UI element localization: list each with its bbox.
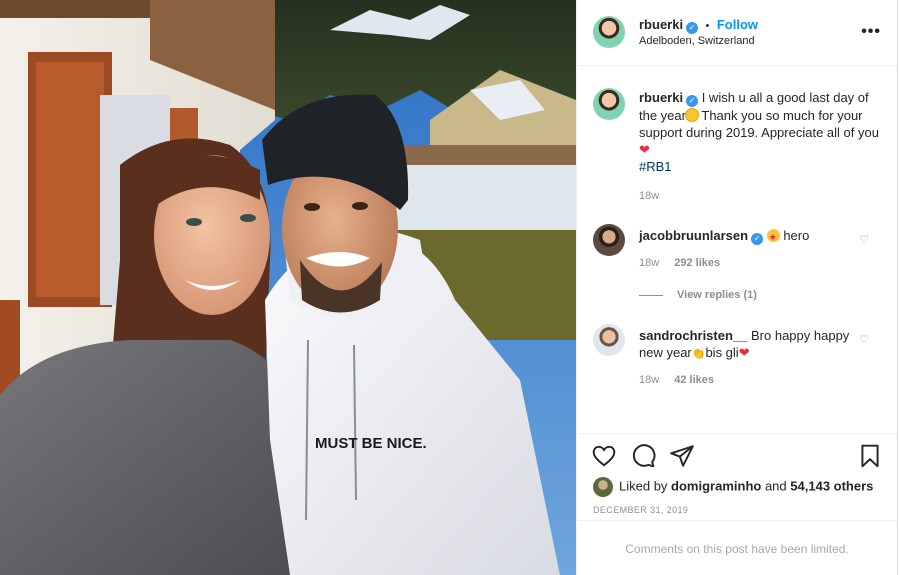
selfie-illustration: MUST BE NICE. bbox=[0, 0, 576, 575]
post-photo[interactable]: MUST BE NICE. bbox=[0, 0, 576, 575]
view-replies-label[interactable]: View replies (1) bbox=[677, 289, 757, 301]
caption-avatar[interactable] bbox=[593, 88, 625, 120]
red-heart-emoji-icon: ❤ bbox=[738, 345, 750, 360]
comment-1: jacobbruunlarsen✓ hero bbox=[639, 227, 810, 246]
red-heart-emoji-icon: ❤ bbox=[639, 142, 650, 157]
likes-summary: Liked by domigraminho and 54,143 others bbox=[593, 477, 873, 497]
comment-username[interactable]: sandrochristen__ bbox=[639, 328, 747, 343]
hoodie-print-text: MUST BE NICE. bbox=[315, 435, 427, 452]
view-replies-button[interactable]: View replies (1) bbox=[639, 289, 757, 301]
comment-text-part2: bis gli bbox=[705, 345, 739, 360]
post-location[interactable]: Adelboden, Switzerland bbox=[639, 35, 755, 47]
likes-others-count[interactable]: 54,143 others bbox=[790, 478, 873, 493]
comment-likes[interactable]: 42 likes bbox=[674, 374, 714, 386]
instagram-post-view: MUST BE NICE. rbuerki ✓ • Follow Adelbode… bbox=[0, 0, 900, 575]
clapping-hands-emoji-icon: 👏 bbox=[691, 348, 706, 360]
comment-meta: 18w 292 likes bbox=[639, 257, 720, 269]
comments-limited-notice: Comments on this post have been limited. bbox=[577, 520, 897, 575]
comment-time[interactable]: 18w bbox=[639, 374, 659, 386]
caption-time[interactable]: 18w bbox=[639, 190, 659, 202]
likes-joiner: and bbox=[764, 478, 787, 494]
post-date[interactable]: DECEMBER 31, 2019 bbox=[593, 505, 688, 515]
follow-button[interactable]: Follow bbox=[717, 17, 758, 32]
caption-hashtag[interactable]: #RB1 bbox=[639, 159, 672, 174]
post-header: rbuerki ✓ • Follow Adelboden, Switzerland… bbox=[577, 0, 897, 66]
verified-badge-icon: ✓ bbox=[686, 95, 699, 107]
comment-like-heart-icon[interactable]: ♡ bbox=[859, 333, 869, 346]
sun-emoji-icon bbox=[685, 109, 698, 121]
likes-prefix: Liked by bbox=[619, 478, 668, 494]
comment-time[interactable]: 18w bbox=[639, 257, 659, 269]
comment-likes[interactable]: 292 likes bbox=[674, 257, 720, 269]
header-separator: • bbox=[705, 20, 710, 32]
comment-2: sandrochristen__ Bro happy happy new yea… bbox=[639, 327, 854, 363]
post-side-panel: rbuerki ✓ • Follow Adelboden, Switzerland… bbox=[576, 0, 898, 575]
commenter-avatar[interactable] bbox=[593, 224, 625, 256]
heart-outline-icon[interactable] bbox=[591, 443, 617, 469]
paper-plane-icon[interactable] bbox=[669, 443, 695, 469]
commenter-avatar[interactable] bbox=[593, 324, 625, 356]
bookmark-icon[interactable] bbox=[857, 443, 883, 469]
verified-badge-icon: ✓ bbox=[751, 233, 764, 245]
author-username[interactable]: rbuerki bbox=[639, 17, 683, 32]
caption-username[interactable]: rbuerki bbox=[639, 90, 683, 105]
comment-username[interactable]: jacobbruunlarsen bbox=[639, 228, 748, 243]
action-bar bbox=[577, 433, 897, 473]
comment-meta: 18w 42 likes bbox=[639, 374, 714, 386]
speech-bubble-icon[interactable] bbox=[630, 443, 656, 469]
caption: rbuerki ✓ I wish u all a good last day of… bbox=[639, 89, 879, 175]
author-avatar[interactable] bbox=[593, 16, 625, 48]
star-struck-emoji-icon bbox=[766, 229, 780, 246]
comment-like-heart-icon[interactable]: ♡ bbox=[859, 233, 869, 246]
comment-text: hero bbox=[783, 228, 810, 243]
more-options-icon[interactable]: ••• bbox=[861, 24, 881, 40]
replies-divider bbox=[639, 294, 663, 296]
liker-avatar[interactable] bbox=[593, 477, 613, 497]
verified-badge-icon: ✓ bbox=[686, 22, 699, 34]
liker-username[interactable]: domigraminho bbox=[671, 478, 761, 493]
